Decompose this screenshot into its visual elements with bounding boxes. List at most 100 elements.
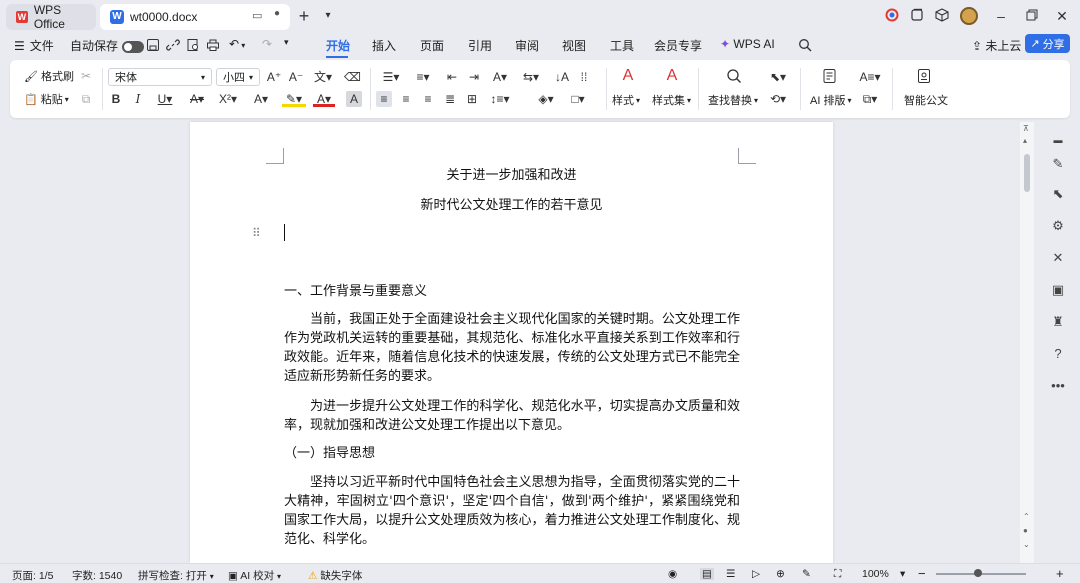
format-painter-button[interactable]: 🖌 格式刷 <box>24 68 74 84</box>
more-chevron-icon[interactable]: ▾ <box>284 37 289 48</box>
eye-icon[interactable]: ◉ <box>668 568 677 580</box>
bullet-list-icon[interactable]: ☰▾ <box>380 69 402 85</box>
tab-wps-ai[interactable]: ✦ WPS AI <box>720 37 775 51</box>
find-icon[interactable] <box>724 68 744 84</box>
link-icon[interactable] <box>166 37 180 52</box>
colorful-ai-icon[interactable] <box>884 8 900 24</box>
sort-icon[interactable]: ↓A <box>554 69 570 85</box>
tab-page[interactable]: 页面 <box>420 37 444 54</box>
align-right-icon[interactable]: ≡ <box>420 91 436 107</box>
fit-page-icon[interactable]: ⛶ <box>834 568 841 581</box>
more-icon[interactable]: ••• <box>1050 378 1066 394</box>
scroll-up-icon[interactable]: ▴ <box>1023 136 1027 145</box>
superscript-icon[interactable]: X²▾ <box>216 91 240 107</box>
outline-view-icon[interactable]: ☰ <box>726 568 735 580</box>
redo-icon[interactable]: ↷ <box>262 37 272 51</box>
italic-icon[interactable]: I <box>130 91 146 107</box>
distributed-align-icon[interactable]: ⊞ <box>464 91 480 107</box>
smart-doc-button[interactable]: 智能公文 <box>904 92 948 108</box>
file-menu[interactable]: ☰ 文件 <box>14 37 54 54</box>
search-icon[interactable] <box>798 37 812 52</box>
underline-icon[interactable]: U▾ <box>154 91 176 107</box>
select-cursor-icon[interactable]: ⬉▾ <box>766 69 790 85</box>
image-icon[interactable]: ▣ <box>1050 282 1066 298</box>
text-effect-icon[interactable]: A▾ <box>250 91 272 107</box>
window-mode-icon[interactable] <box>909 8 925 24</box>
word-count[interactable]: 字数: 1540 <box>72 568 122 583</box>
shape-tool-icon[interactable]: ⧉▾ <box>858 91 882 107</box>
style-set-button[interactable]: 样式集 ▾ <box>652 92 691 108</box>
web-view-icon[interactable]: ⊕ <box>776 568 785 580</box>
restore-icon[interactable] <box>1024 8 1040 24</box>
tab-list-chevron-icon[interactable]: ▾ <box>320 8 336 24</box>
copy-icon[interactable]: ⧉ <box>78 91 94 107</box>
page-indicator[interactable]: 页面: 1/5 <box>12 568 53 583</box>
close-icon[interactable]: ✕ <box>1054 8 1070 24</box>
dot-icon[interactable]: ● <box>274 8 280 19</box>
vertical-scrollbar[interactable]: ⊼ ▴ ⌃ ● ⌄ <box>1020 122 1034 563</box>
tab-home[interactable]: 开始 <box>326 37 350 54</box>
tab-insert[interactable]: 插入 <box>372 37 396 54</box>
zoom-level[interactable]: 100% <box>862 568 889 580</box>
monitor-icon[interactable]: ▭ <box>252 9 262 22</box>
zoom-dropdown-icon[interactable]: ▾ <box>900 568 905 580</box>
tools-icon[interactable]: ✕ <box>1050 250 1066 266</box>
tab-references[interactable]: 引用 <box>468 37 492 54</box>
tab-document[interactable]: W wt0000.docx ▭ ● <box>100 4 290 30</box>
share-button[interactable]: ↗ 分享 <box>1025 34 1070 53</box>
autosave-toggle[interactable]: 自动保存 <box>70 37 145 54</box>
border-icon[interactable]: □▾ <box>566 91 590 107</box>
find-replace-button[interactable]: 查找替换 ▾ <box>708 92 758 108</box>
page-view-icon[interactable]: ▤ <box>700 568 714 580</box>
styles-button[interactable]: 样式 ▾ <box>612 92 640 108</box>
pinyin-icon[interactable]: 文▾ <box>312 69 334 85</box>
tab-review[interactable]: 审阅 <box>515 37 539 54</box>
tab-member[interactable]: 会员专享 <box>654 37 702 54</box>
styles-icon[interactable]: A <box>618 68 638 84</box>
undo-icon[interactable]: ↶ ▾ <box>229 37 245 51</box>
decrease-indent-icon[interactable]: ⇤ <box>444 69 460 85</box>
ai-layout-button[interactable]: AI 排版 ▾ <box>810 92 851 108</box>
style-set-icon[interactable]: A <box>662 68 682 84</box>
shading-icon[interactable]: ◈▾ <box>534 91 558 107</box>
minimize-icon[interactable]: – <box>993 8 1009 24</box>
zoom-out-icon[interactable]: − <box>918 566 926 581</box>
edit-pen-icon[interactable]: ✎ <box>1050 156 1066 172</box>
align-center-icon[interactable]: ≡ <box>398 91 414 107</box>
bold-icon[interactable]: B <box>108 91 124 107</box>
missing-font[interactable]: ⚠ 缺失字体 <box>308 568 362 583</box>
help-icon[interactable]: ? <box>1050 346 1066 362</box>
text-align-tool-icon[interactable]: A≡▾ <box>858 69 882 85</box>
shirt-icon[interactable]: ♜ <box>1050 314 1066 330</box>
toggle-switch[interactable] <box>122 40 145 53</box>
clear-format-icon[interactable]: ⌫ <box>344 69 361 85</box>
tab-wps-office[interactable]: W WPS Office <box>6 3 96 31</box>
spell-check[interactable]: 拼写检查: 打开 ▾ <box>138 568 214 583</box>
highlight-icon[interactable]: ✎▾ <box>282 91 306 107</box>
grow-font-icon[interactable]: A⁺ <box>266 69 282 85</box>
smart-doc-icon[interactable] <box>914 68 934 84</box>
show-marks-icon[interactable]: ⁞⁞ <box>576 69 592 85</box>
save-icon[interactable] <box>146 37 160 52</box>
text-direction-icon[interactable]: ⇆▾ <box>520 69 542 85</box>
print-preview-icon[interactable] <box>186 37 200 52</box>
ai-layout-icon[interactable] <box>820 68 840 84</box>
document-page[interactable]: 关于进一步加强和改进 新时代公文处理工作的若干意见 ⠿ 一、工作背景与重要意义 … <box>190 122 833 563</box>
shrink-font-icon[interactable]: A⁻ <box>288 69 304 85</box>
paste-button[interactable]: 📋 粘贴 ▾ <box>24 91 69 107</box>
print-icon[interactable] <box>206 37 220 52</box>
font-case-icon[interactable]: A▾ <box>488 69 512 85</box>
scroll-top-icon[interactable]: ⊼ <box>1023 124 1029 133</box>
scroll-thumb[interactable] <box>1024 154 1030 192</box>
justify-icon[interactable]: ≣ <box>442 91 458 107</box>
zoom-slider-knob[interactable] <box>974 569 982 577</box>
align-left-icon[interactable]: ≡ <box>376 91 392 107</box>
drag-handle-icon[interactable]: ⠿ <box>252 226 261 240</box>
tab-tools[interactable]: 工具 <box>610 37 634 54</box>
font-size-select[interactable]: 小四 ▾ <box>216 68 260 86</box>
prev-page-icon[interactable]: ⌃ <box>1023 512 1030 521</box>
select-arrow-icon[interactable]: ⬉ <box>1050 186 1066 202</box>
ai-check[interactable]: ▣ AI 校对 ▾ <box>228 568 281 583</box>
browse-object-icon[interactable]: ● <box>1023 526 1028 535</box>
strikethrough-icon[interactable]: A▾ <box>186 91 208 107</box>
